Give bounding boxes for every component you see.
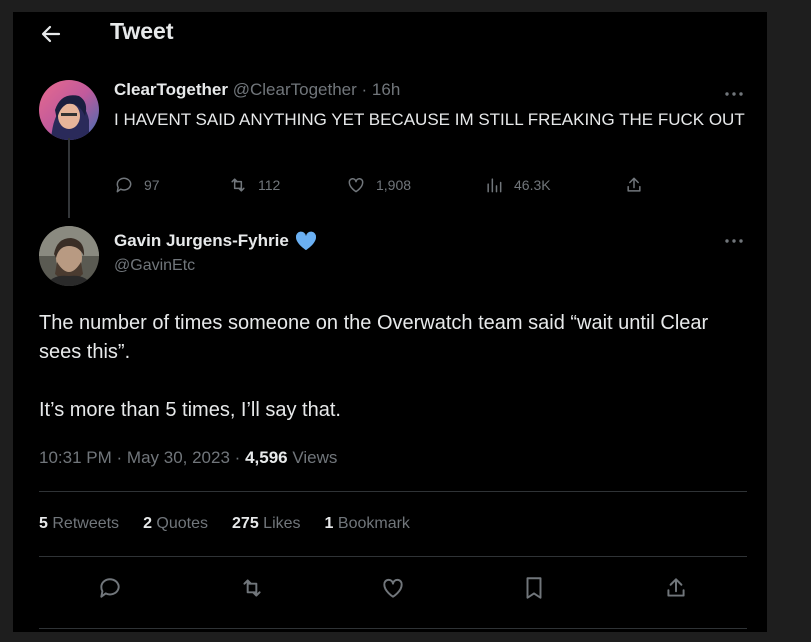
tweet-paragraph: The number of times someone on the Overw…	[39, 312, 709, 363]
author-name[interactable]: Gavin Jurgens-Fyhrie	[114, 231, 289, 251]
divider	[39, 491, 747, 492]
reply-count: 97	[144, 177, 160, 193]
retweet-button[interactable]	[239, 575, 265, 601]
divider	[39, 628, 747, 629]
page-title: Tweet	[110, 18, 174, 44]
tweet-time[interactable]: 10:31 PM	[39, 448, 112, 467]
share-action[interactable]	[624, 175, 644, 195]
separator: ·	[116, 448, 123, 467]
reply-icon	[116, 177, 132, 193]
separator: ·	[234, 448, 241, 467]
avatar-cleartogether[interactable]	[39, 80, 99, 140]
reply-icon	[100, 578, 120, 598]
engagement-stats: 5 Retweets 2 Quotes 275 Likes 1 Bookmark	[39, 515, 410, 533]
quotes-stat[interactable]: 2 Quotes	[143, 515, 208, 533]
verified-heart-icon	[295, 231, 316, 251]
likes-stat[interactable]: 275 Likes	[232, 515, 301, 533]
tweet-time[interactable]: 16h	[372, 80, 400, 99]
like-count: 1,908	[376, 177, 412, 193]
parent-tweet-text: I HAVENT SAID ANYTHING YET BECAUSE IM ST…	[114, 110, 745, 129]
views-label: Views	[292, 448, 338, 467]
author-name[interactable]: ClearTogether	[114, 80, 228, 99]
divider	[39, 556, 747, 557]
main-tweet-author: Gavin Jurgens-Fyhrie	[114, 231, 317, 251]
avatar-gavin[interactable]	[39, 226, 99, 286]
author-handle[interactable]: @GavinEtc	[114, 257, 195, 275]
arrow-left-icon[interactable]	[39, 22, 63, 46]
views-count: 4,596	[245, 448, 288, 467]
views-action[interactable]: 46.3K	[484, 175, 551, 195]
heart-icon	[383, 578, 403, 598]
views-chart-icon	[487, 178, 502, 193]
bookmark-icon	[526, 577, 542, 599]
tweet-metadata: 10:31 PM · May 30, 2023 · 4,596 Views	[39, 448, 337, 468]
thread-connector	[68, 138, 70, 218]
bookmarks-stat[interactable]: 1 Bookmark	[325, 515, 410, 533]
separator: ·	[361, 80, 368, 99]
main-tweet-actions	[13, 575, 767, 615]
retweet-count: 112	[258, 177, 281, 193]
like-button[interactable]	[380, 575, 406, 601]
views-count: 46.3K	[514, 177, 551, 193]
retweet-icon	[243, 579, 261, 597]
header: Tweet	[13, 12, 767, 52]
like-action[interactable]: 1,908	[346, 175, 411, 195]
main-tweet-text: The number of times someone on the Overw…	[39, 309, 739, 425]
heart-icon	[348, 177, 364, 193]
more-options-icon[interactable]	[723, 87, 745, 101]
reply-button[interactable]	[97, 575, 123, 601]
tweet-date[interactable]: May 30, 2023	[127, 448, 230, 467]
bookmark-button[interactable]	[521, 575, 547, 601]
retweet-icon	[231, 178, 245, 192]
reply-action[interactable]: 97	[114, 175, 160, 195]
parent-tweet-header: ClearTogether @ClearTogether · 16h	[114, 80, 400, 100]
retweets-stat[interactable]: 5 Retweets	[39, 515, 119, 533]
share-button[interactable]	[663, 575, 689, 601]
retweet-action[interactable]: 112	[228, 175, 280, 195]
tweet-paragraph: It’s more than 5 times, I’ll say that.	[39, 399, 341, 421]
tweet-page: Tweet ClearTogether @ClearTogether · 16h	[13, 12, 767, 632]
author-handle[interactable]: @ClearTogether	[233, 80, 357, 99]
more-options-icon[interactable]	[723, 234, 745, 248]
share-icon	[667, 578, 685, 597]
share-icon	[627, 177, 641, 192]
